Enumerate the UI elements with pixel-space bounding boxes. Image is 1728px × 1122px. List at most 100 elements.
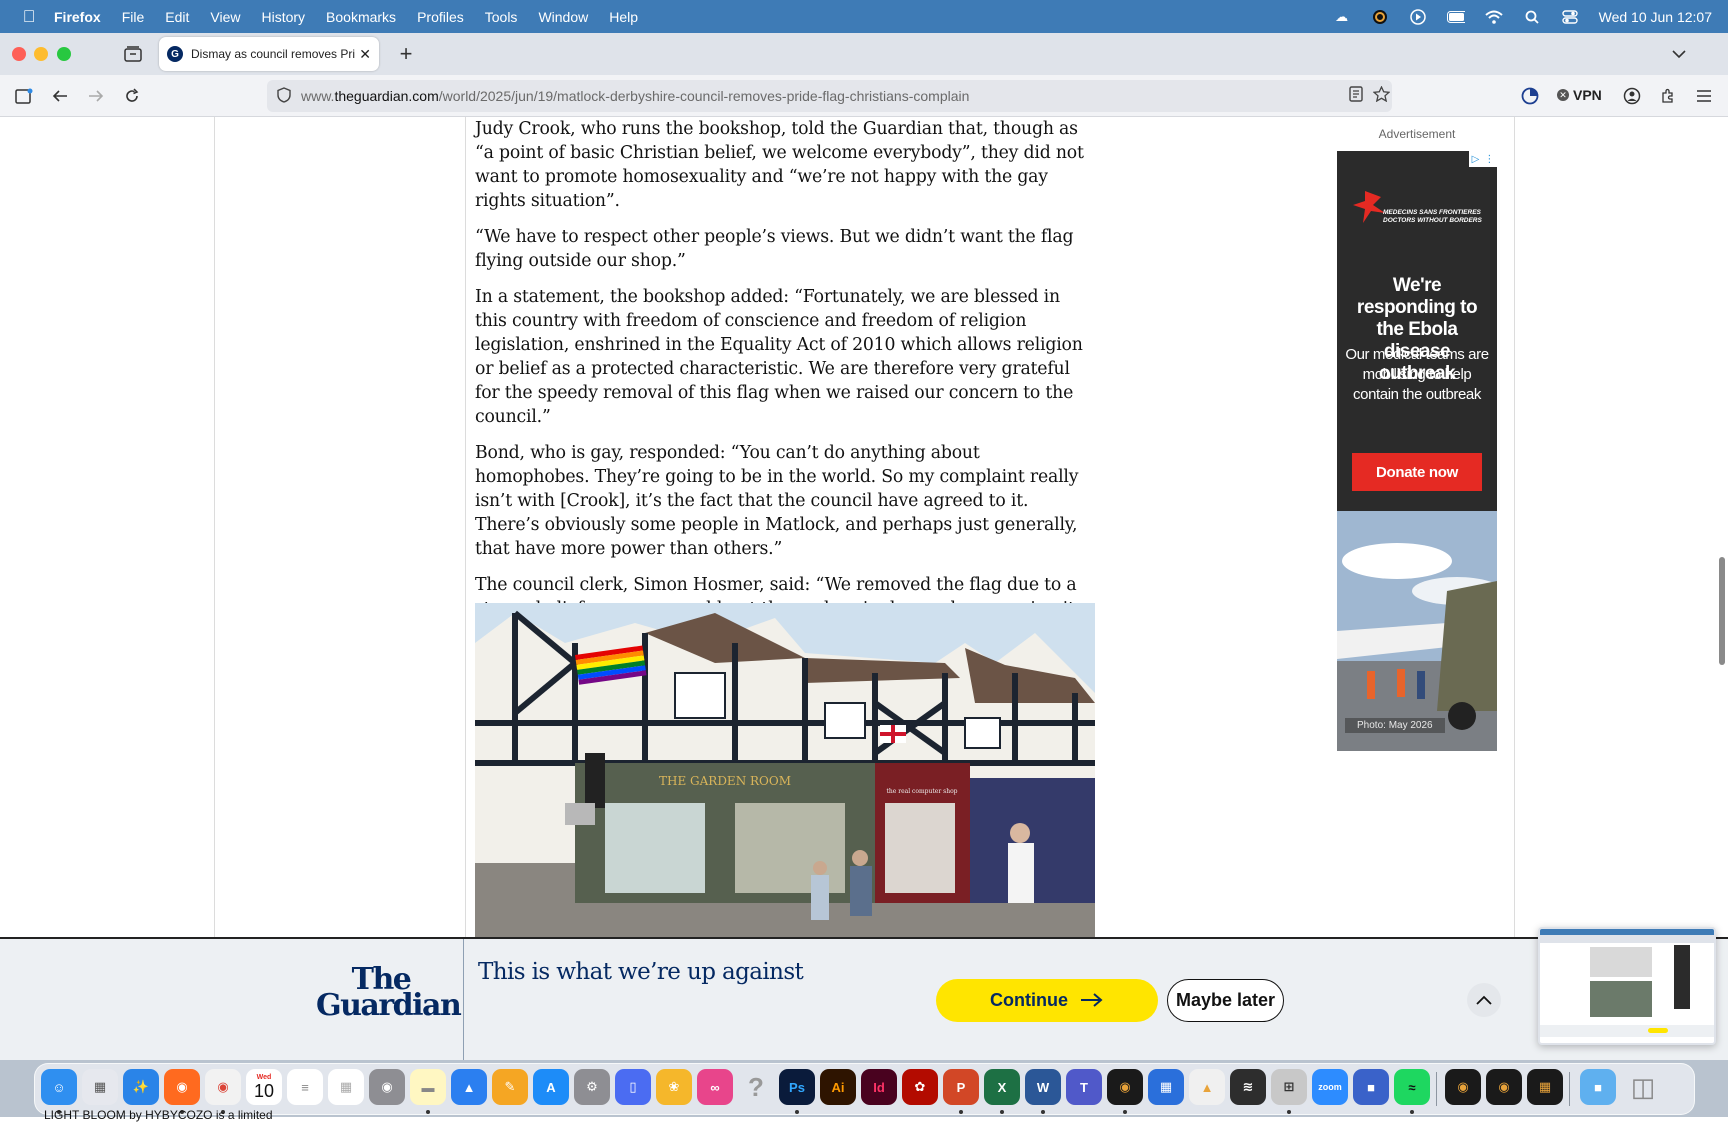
running-indicator: [1041, 1110, 1045, 1114]
vpn-button[interactable]: ✕ VPN: [1557, 87, 1602, 103]
tree-app-icon[interactable]: ▲: [1189, 1069, 1225, 1105]
illustrator-icon[interactable]: Ai: [820, 1069, 856, 1105]
macos-dock: ☺ ▦ ✨ ◉ ◉ Wed 10 ≡ ▦ ◉ ▬ ▲ ✎ A ⚙ ▯ ❀ ∞ ?…: [34, 1063, 1695, 1115]
continue-button[interactable]: Continue: [936, 979, 1158, 1022]
app-grid-icon[interactable]: ▦: [1527, 1069, 1563, 1105]
vpn-off-icon: ✕: [1557, 89, 1569, 101]
photoshop-icon[interactable]: Ps: [779, 1069, 815, 1105]
keynote-icon[interactable]: ▲: [451, 1069, 487, 1105]
creative-cloud-icon[interactable]: ☁: [1333, 8, 1351, 26]
capture-tool-icon[interactable]: ◉: [369, 1069, 405, 1105]
calculator-icon[interactable]: ⊞: [1271, 1069, 1307, 1105]
chrome-icon[interactable]: ◉: [205, 1069, 241, 1105]
reminders-icon[interactable]: ≡: [287, 1069, 323, 1105]
unknown-app-icon[interactable]: ?: [738, 1069, 774, 1105]
play-icon[interactable]: [1409, 8, 1427, 26]
app-store-icon[interactable]: A: [533, 1069, 569, 1105]
automator-icon[interactable]: ■: [1353, 1069, 1389, 1105]
spotlight-search-icon[interactable]: [1523, 8, 1541, 26]
app-k-icon-3[interactable]: ◉: [1486, 1069, 1522, 1105]
screenshot-preview-thumbnail[interactable]: [1538, 927, 1716, 1045]
app-k-icon-2[interactable]: ◉: [1445, 1069, 1481, 1105]
guardian-logo-line2: Guardian: [316, 988, 462, 1023]
powerpoint-icon[interactable]: P: [943, 1069, 979, 1105]
calendar-icon[interactable]: Wed 10: [246, 1069, 282, 1105]
menu-file[interactable]: File: [122, 9, 145, 25]
control-center-icon[interactable]: [1561, 8, 1579, 26]
app-status-icon[interactable]: [1371, 8, 1389, 26]
banner-heading: This is what we’re up against: [478, 959, 804, 985]
launchpad-icon[interactable]: ▦: [82, 1069, 118, 1105]
new-tab-icon[interactable]: +: [394, 41, 418, 66]
app-menu-hamburger-icon[interactable]: [1692, 84, 1716, 108]
url-domain: theguardian.com: [334, 88, 439, 104]
extension-timer-icon[interactable]: [1518, 84, 1542, 108]
donate-now-button[interactable]: Donate now: [1352, 453, 1482, 491]
activity-monitor-icon[interactable]: ≋: [1230, 1069, 1266, 1105]
teams-icon[interactable]: T: [1066, 1069, 1102, 1105]
creative-cloud-dock-icon[interactable]: ∞: [697, 1069, 733, 1105]
freeform-icon[interactable]: ▦: [328, 1069, 364, 1105]
menu-tools[interactable]: Tools: [485, 9, 518, 25]
menubar-clock[interactable]: Wed 10 Jun 12:07: [1599, 9, 1712, 25]
menu-edit[interactable]: Edit: [165, 9, 189, 25]
thumbnail-image: [1540, 929, 1714, 1037]
indesign-icon[interactable]: Id: [861, 1069, 897, 1105]
reader-view-icon[interactable]: [1349, 86, 1363, 106]
window-close-button[interactable]: [12, 47, 26, 61]
apple-menu-icon[interactable]: : [18, 7, 40, 27]
msf-advertisement[interactable]: ▷ ⋮ MEDECINS SANS FRONTIERES DOCTORS WITH…: [1337, 151, 1497, 751]
excel-icon[interactable]: X: [984, 1069, 1020, 1105]
menu-window[interactable]: Window: [538, 9, 588, 25]
ad-subline: Our medical teams are mobilising to help…: [1345, 346, 1489, 403]
menu-bookmarks[interactable]: Bookmarks: [326, 9, 396, 25]
adchoices-icon[interactable]: ▷ ⋮: [1469, 151, 1497, 167]
app-k-icon-1[interactable]: ◉: [1107, 1069, 1143, 1105]
downloads-folder-icon[interactable]: ■: [1580, 1069, 1616, 1105]
firefox-icon[interactable]: ◉: [164, 1069, 200, 1105]
running-indicator: [426, 1110, 430, 1114]
running-indicator: [959, 1110, 963, 1114]
tab-close-icon[interactable]: ✕: [359, 46, 371, 63]
tab-guardian-article[interactable]: G Dismay as council removes Pride ✕: [159, 37, 379, 71]
guardian-logo[interactable]: The Guardian: [316, 965, 462, 1023]
url-bar[interactable]: www. theguardian.com/world/2025/jun/19/ma…: [267, 80, 1392, 112]
finder-icon[interactable]: ☺: [41, 1069, 77, 1105]
window-zoom-button[interactable]: [57, 47, 71, 61]
maybe-later-button[interactable]: Maybe later: [1167, 979, 1284, 1022]
extensions-puzzle-icon[interactable]: [1656, 84, 1680, 108]
photo-app-icon[interactable]: ❀: [656, 1069, 692, 1105]
account-icon[interactable]: [1620, 84, 1644, 108]
menu-history[interactable]: History: [261, 9, 305, 25]
menu-app-firefox[interactable]: Firefox: [54, 9, 101, 25]
tracking-protection-shield-icon[interactable]: [277, 86, 291, 106]
acrobat-icon[interactable]: ✿: [902, 1069, 938, 1105]
menu-view[interactable]: View: [210, 9, 240, 25]
zoom-icon[interactable]: zoom: [1312, 1069, 1348, 1105]
preview-icon[interactable]: ▦: [1148, 1069, 1184, 1105]
safari-icon[interactable]: ✨: [123, 1069, 159, 1105]
forward-arrow-icon[interactable]: [84, 84, 108, 108]
wifi-icon[interactable]: [1484, 8, 1503, 26]
bookmark-star-icon[interactable]: [1372, 85, 1391, 106]
list-all-tabs-chevron-icon[interactable]: [1667, 42, 1691, 66]
sidebar-toggle-icon[interactable]: [12, 84, 36, 108]
firefox-view-icon[interactable]: [121, 42, 145, 66]
trash-icon[interactable]: ◫: [1625, 1069, 1661, 1105]
banner-collapse-chevron-up-icon[interactable]: [1467, 983, 1501, 1017]
reload-icon[interactable]: [120, 84, 144, 108]
battery-icon[interactable]: [1446, 8, 1465, 26]
system-settings-icon[interactable]: ⚙: [574, 1069, 610, 1105]
page-scrollbar-thumb[interactable]: [1719, 557, 1725, 665]
back-arrow-icon[interactable]: [48, 84, 72, 108]
pages-icon[interactable]: ✎: [492, 1069, 528, 1105]
notes-icon[interactable]: ▬: [410, 1069, 446, 1105]
article-photo-garden-room-shop[interactable]: THE GARDEN ROOM the real computer shop: [475, 603, 1095, 937]
window-minimize-button[interactable]: [34, 47, 48, 61]
running-indicator: [1287, 1110, 1291, 1114]
menu-profiles[interactable]: Profiles: [417, 9, 464, 25]
spotify-icon[interactable]: ≈: [1394, 1069, 1430, 1105]
iphone-mirroring-icon[interactable]: ▯: [615, 1069, 651, 1105]
word-icon[interactable]: W: [1025, 1069, 1061, 1105]
menu-help[interactable]: Help: [609, 9, 638, 25]
